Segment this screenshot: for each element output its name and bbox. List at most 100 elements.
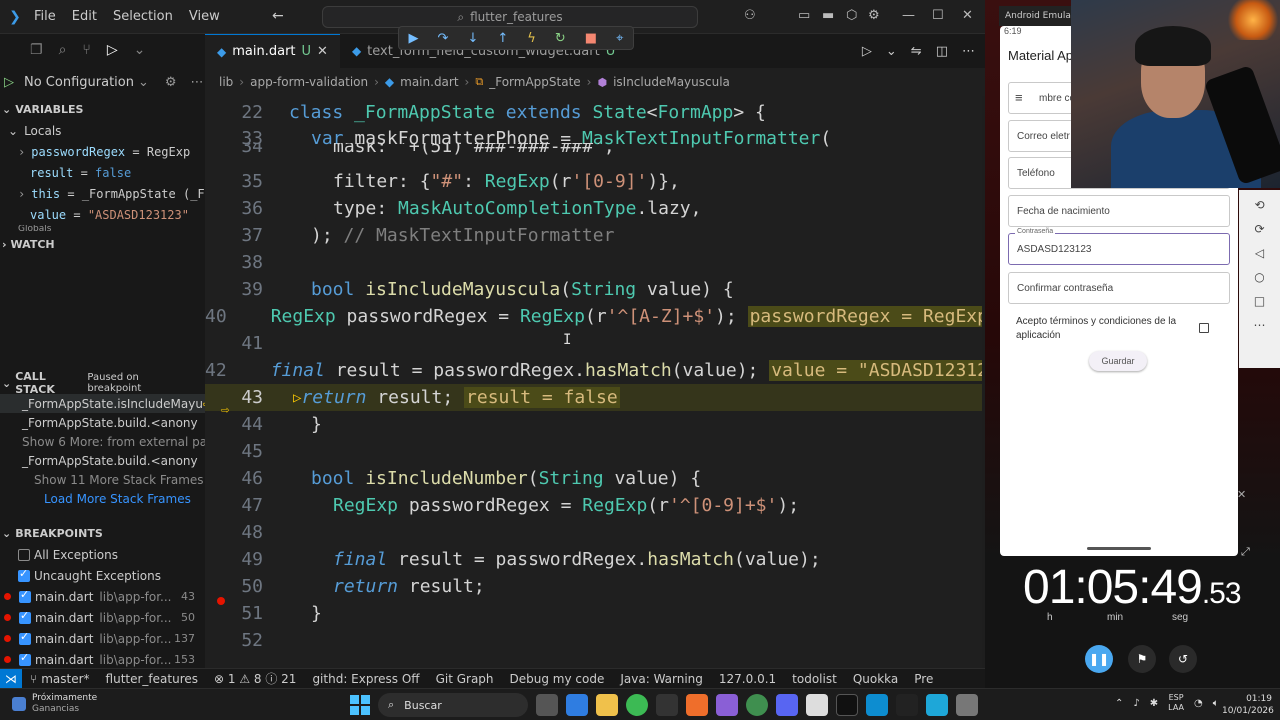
- breadcrumb-item[interactable]: _FormAppState: [489, 75, 580, 89]
- menu-view[interactable]: View: [181, 9, 228, 24]
- hot-reload-icon[interactable]: ϟ: [527, 31, 536, 46]
- bluetooth-icon[interactable]: ✱: [1150, 698, 1158, 709]
- stop-icon[interactable]: ■: [585, 31, 597, 46]
- app-icon[interactable]: [806, 694, 828, 716]
- breadcrumb-item[interactable]: main.dart: [400, 75, 458, 89]
- checkbox[interactable]: [18, 567, 30, 582]
- open-changes-icon[interactable]: ⇋: [911, 44, 922, 59]
- expand-icon[interactable]: ⤢: [1241, 545, 1250, 559]
- clock[interactable]: 01:19 10/01/2026: [1222, 693, 1274, 717]
- checkbox[interactable]: [19, 630, 31, 645]
- status-item[interactable]: todolist: [792, 672, 837, 686]
- checkbox[interactable]: [19, 609, 31, 624]
- code-editor[interactable]: 22 class _FormAppState extends State < For…: [205, 96, 982, 668]
- bp-all-exceptions[interactable]: All Exceptions: [0, 544, 205, 565]
- chevron-up-icon[interactable]: ⌃: [1115, 698, 1123, 709]
- status-item[interactable]: 127.0.0.1: [719, 672, 776, 686]
- breadcrumb-item[interactable]: lib: [219, 75, 233, 89]
- brave-icon[interactable]: [686, 694, 708, 716]
- github-desktop-icon[interactable]: [746, 694, 768, 716]
- copilot-icon[interactable]: ⚇: [744, 8, 756, 23]
- save-button[interactable]: Guardar: [1089, 351, 1147, 371]
- step-over-icon[interactable]: ↷: [438, 31, 449, 46]
- explorer-icon[interactable]: ❐: [30, 42, 43, 58]
- notes-icon[interactable]: [926, 694, 948, 716]
- ellipsis-icon[interactable]: ⋯: [962, 44, 975, 59]
- variable-row[interactable]: › this = _FormAppState (_F...: [0, 183, 205, 204]
- restart-icon[interactable]: ↻: [555, 31, 566, 46]
- terminal-icon[interactable]: [656, 694, 678, 716]
- breakpoint-item[interactable]: main.dart lib\app-for... 50: [0, 607, 205, 628]
- app-icon[interactable]: [716, 694, 738, 716]
- status-item[interactable]: Quokka: [853, 672, 898, 686]
- more-icon[interactable]: ⋯: [1254, 318, 1266, 332]
- home-indicator[interactable]: [1087, 547, 1151, 550]
- callstack-header[interactable]: ⌄ CALL STACK Paused on breakpoint: [0, 370, 205, 396]
- discord-icon[interactable]: [776, 694, 798, 716]
- variable-row[interactable]: result = false: [0, 162, 205, 183]
- chevron-down-icon[interactable]: ⌄: [886, 44, 897, 59]
- confirm-password-field[interactable]: Confirmar contraseña: [1008, 272, 1230, 304]
- stack-show-more[interactable]: Show 6 More: from external pack: [0, 432, 205, 451]
- step-out-icon[interactable]: ↑: [497, 31, 508, 46]
- mic-icon[interactable]: ♪: [1133, 698, 1139, 709]
- bp-uncaught-exceptions[interactable]: Uncaught Exceptions: [0, 565, 205, 586]
- password-field[interactable]: Contraseña ASDASD123123: [1008, 228, 1230, 265]
- language-indicator[interactable]: ESP LAA: [1168, 693, 1184, 713]
- rotate-right-icon[interactable]: ⟳: [1254, 222, 1264, 236]
- network-icon[interactable]: ◔: [1194, 698, 1203, 709]
- minimize-icon[interactable]: —: [902, 8, 915, 23]
- load-more-stack-frames[interactable]: Load More Stack Frames: [0, 489, 205, 508]
- birthdate-field[interactable]: Fecha de nacimiento: [1008, 195, 1230, 227]
- chrome-icon[interactable]: [626, 694, 648, 716]
- back-icon[interactable]: ◁: [1255, 246, 1264, 260]
- globals-scope[interactable]: Globals: [0, 225, 205, 233]
- status-item[interactable]: Debug my code: [510, 672, 605, 686]
- variable-row[interactable]: value = "ASDASD123123": [0, 204, 205, 225]
- start-windows-icon[interactable]: [350, 695, 370, 715]
- menu-file[interactable]: File: [26, 9, 64, 24]
- step-into-icon[interactable]: ↓: [467, 31, 478, 46]
- task-view-icon[interactable]: [536, 694, 558, 716]
- status-project[interactable]: flutter_features: [106, 672, 198, 686]
- watch-header[interactable]: › WATCH: [0, 233, 205, 255]
- file-explorer-icon[interactable]: [596, 694, 618, 716]
- continue-icon[interactable]: ▶: [409, 31, 419, 46]
- checkbox[interactable]: [19, 651, 31, 666]
- status-item[interactable]: Pre: [914, 672, 933, 686]
- tab-main-dart[interactable]: ◆ main.dart U ✕: [205, 34, 340, 68]
- app-icon[interactable]: [956, 694, 978, 716]
- news-widget[interactable]: Próximamente Ganancias: [12, 693, 97, 715]
- status-branch[interactable]: master*: [41, 672, 89, 686]
- split-editor-icon[interactable]: ◫: [936, 44, 948, 59]
- maximize-icon[interactable]: ☐: [932, 8, 944, 23]
- ellipsis-icon[interactable]: ⋯: [191, 75, 204, 90]
- layout-sidebar-icon[interactable]: ▭: [798, 8, 810, 23]
- breakpoint-item[interactable]: main.dart lib\app-for... 153: [0, 649, 205, 670]
- back-arrow-icon[interactable]: ←: [272, 8, 284, 24]
- search-view-icon[interactable]: ⌕: [59, 42, 67, 58]
- run-icon[interactable]: ▷: [862, 44, 872, 59]
- copilot-app-icon[interactable]: [566, 694, 588, 716]
- extensions-cube-icon[interactable]: ⬡: [846, 8, 857, 23]
- settings-gear-icon[interactable]: ⚙: [868, 8, 880, 23]
- status-item[interactable]: Git Graph: [436, 672, 494, 686]
- taskbar-search[interactable]: ⌕ Buscar: [378, 693, 528, 717]
- run-debug-icon[interactable]: ▷: [107, 42, 118, 58]
- lap-button[interactable]: ⚑: [1128, 645, 1156, 673]
- stack-frame[interactable]: _FormAppState.isIncludeMayu ⇨: [0, 394, 205, 413]
- start-debug-icon[interactable]: ▷: [4, 75, 14, 90]
- close-icon[interactable]: ✕: [962, 8, 973, 23]
- stack-show-more[interactable]: Show 11 More Stack Frames: [0, 470, 205, 489]
- close-tab-icon[interactable]: ✕: [317, 44, 328, 59]
- vscode-icon[interactable]: [866, 694, 888, 716]
- status-problems[interactable]: ⊗ 1 ⚠ 8 ⓘ 21: [214, 670, 296, 687]
- checkbox[interactable]: [18, 548, 30, 561]
- menu-selection[interactable]: Selection: [105, 9, 181, 24]
- overview-icon[interactable]: □: [1254, 294, 1265, 308]
- reset-button[interactable]: ↺: [1169, 645, 1197, 673]
- stack-frame[interactable]: _FormAppState.build.<anony: [0, 413, 205, 432]
- home-icon[interactable]: ○: [1254, 270, 1264, 284]
- variable-row[interactable]: › passwordRegex = RegExp: [0, 141, 205, 162]
- terms-checkbox[interactable]: [1199, 323, 1209, 333]
